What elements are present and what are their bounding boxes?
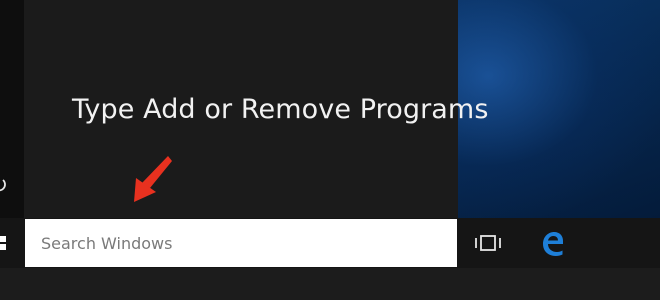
task-view-icon[interactable] bbox=[468, 226, 508, 260]
instruction-caption: Type Add or Remove Programs bbox=[72, 94, 489, 125]
red-arrow-icon bbox=[128, 152, 176, 206]
start-menu-left-rail bbox=[0, 0, 24, 218]
windows-logo-icon[interactable] bbox=[0, 218, 14, 268]
bottom-margin bbox=[0, 268, 660, 300]
edge-icon[interactable] bbox=[532, 226, 572, 260]
power-icon[interactable] bbox=[0, 176, 7, 192]
taskbar bbox=[0, 218, 660, 268]
search-box[interactable] bbox=[25, 219, 457, 267]
search-input[interactable] bbox=[39, 232, 443, 254]
